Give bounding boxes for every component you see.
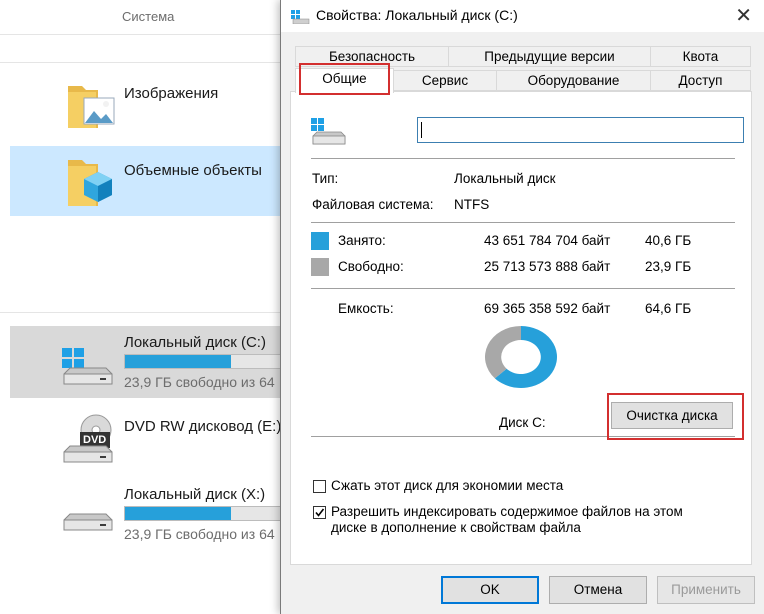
tab-service[interactable]: Сервис	[393, 70, 497, 91]
separator	[311, 222, 735, 223]
used-color-swatch	[311, 232, 329, 250]
explorer-window: Система Изображения Объемные объекты Лок…	[0, 0, 294, 614]
dialog-titlebar[interactable]: Свойства: Локальный диск (C:) ✕	[281, 0, 764, 32]
pictures-folder-icon	[68, 86, 115, 128]
drive-usage-bar	[124, 506, 294, 521]
divider	[0, 312, 290, 313]
ok-button[interactable]: OK	[441, 576, 539, 604]
donut-free-segment	[485, 326, 521, 379]
tab-quota[interactable]: Квота	[650, 46, 751, 67]
close-icon[interactable]: ✕	[735, 3, 752, 28]
filesystem-label: Файловая система:	[312, 197, 434, 212]
drive-usage-fill	[125, 355, 231, 368]
column-header[interactable]: Система	[0, 0, 290, 35]
drive-usage-fill	[125, 507, 231, 520]
index-label-line2[interactable]: диске в дополнение к свойствам файла	[331, 520, 581, 535]
index-checkbox[interactable]	[313, 506, 326, 519]
filesystem-value: NTFS	[454, 197, 490, 212]
dvd-icon-text: DVD	[83, 434, 107, 446]
tab-general[interactable]: Общие	[295, 68, 394, 93]
tab-previous-versions[interactable]: Предыдущие версии	[448, 46, 651, 67]
free-color-swatch	[311, 258, 329, 276]
explorer-drive-x[interactable]: Локальный диск (X:) 23,9 ГБ свободно из …	[10, 478, 294, 550]
explorer-drive-c[interactable]: Локальный диск (C:) 23,9 ГБ свободно из …	[10, 326, 294, 398]
column-header-system[interactable]: Система	[122, 9, 174, 24]
capacity-bytes: 69 365 358 592 байт	[484, 301, 611, 316]
type-label: Тип:	[312, 171, 339, 186]
drive-label: Локальный диск (C:)	[124, 334, 266, 351]
cancel-button[interactable]: Отмена	[549, 576, 647, 604]
dialog-title: Свойства: Локальный диск (C:)	[316, 7, 518, 23]
compress-checkbox[interactable]	[313, 480, 326, 493]
used-bytes: 43 651 784 704 байт	[484, 233, 611, 248]
drive-label: Локальный диск (X:)	[124, 486, 266, 503]
tab-security[interactable]: Безопасность	[295, 46, 449, 67]
windows-drive-icon	[62, 348, 113, 385]
capacity-label: Емкость:	[338, 301, 394, 316]
text-caret	[421, 122, 422, 138]
drive-small-icon	[291, 10, 310, 24]
explorer-item-label: Объемные объекты	[124, 162, 262, 179]
drive-free-text: 23,9 ГБ свободно из 64	[124, 526, 275, 542]
explorer-item-3d-objects[interactable]: Объемные объекты	[10, 146, 290, 216]
drive-icon	[63, 513, 113, 531]
explorer-drive-e[interactable]: DVD DVD RW дисковод (E:)	[10, 408, 290, 472]
free-bytes: 25 713 573 888 байт	[484, 259, 611, 274]
tab-hardware[interactable]: Оборудование	[496, 70, 651, 91]
disk-label: Диск C:	[499, 415, 546, 430]
used-gb: 40,6 ГБ	[645, 233, 692, 248]
free-gb: 23,9 ГБ	[645, 259, 692, 274]
index-label-line1[interactable]: Разрешить индексировать содержимое файло…	[331, 504, 683, 519]
apply-button[interactable]: Применить	[657, 576, 755, 604]
separator	[311, 288, 735, 289]
drive-usage-bar	[124, 354, 294, 369]
used-label: Занято:	[338, 233, 386, 248]
separator	[311, 436, 735, 437]
3d-objects-folder-icon	[68, 160, 112, 206]
capacity-gb: 64,6 ГБ	[645, 301, 692, 316]
divider	[0, 62, 290, 63]
general-tab-panel: Тип: Локальный диск Файловая система: NT…	[290, 91, 752, 565]
explorer-item-pictures[interactable]: Изображения	[10, 72, 290, 138]
drive-large-icon	[311, 118, 346, 145]
drive-label: DVD RW дисковод (E:)	[124, 418, 282, 435]
tab-sharing[interactable]: Доступ	[650, 70, 751, 91]
properties-dialog: Свойства: Локальный диск (C:) ✕ Безопасн…	[280, 0, 764, 614]
drive-name-input[interactable]	[417, 117, 744, 143]
compress-label[interactable]: Сжать этот диск для экономии места	[331, 478, 563, 493]
checkmark-icon	[315, 508, 325, 517]
disk-cleanup-button[interactable]: Очистка диска	[611, 402, 733, 429]
separator	[311, 158, 735, 159]
disk-usage-donut	[485, 326, 557, 388]
type-value: Локальный диск	[454, 171, 556, 186]
drive-free-text: 23,9 ГБ свободно из 64	[124, 374, 275, 390]
explorer-item-label: Изображения	[124, 85, 219, 102]
free-label: Свободно:	[338, 259, 404, 274]
